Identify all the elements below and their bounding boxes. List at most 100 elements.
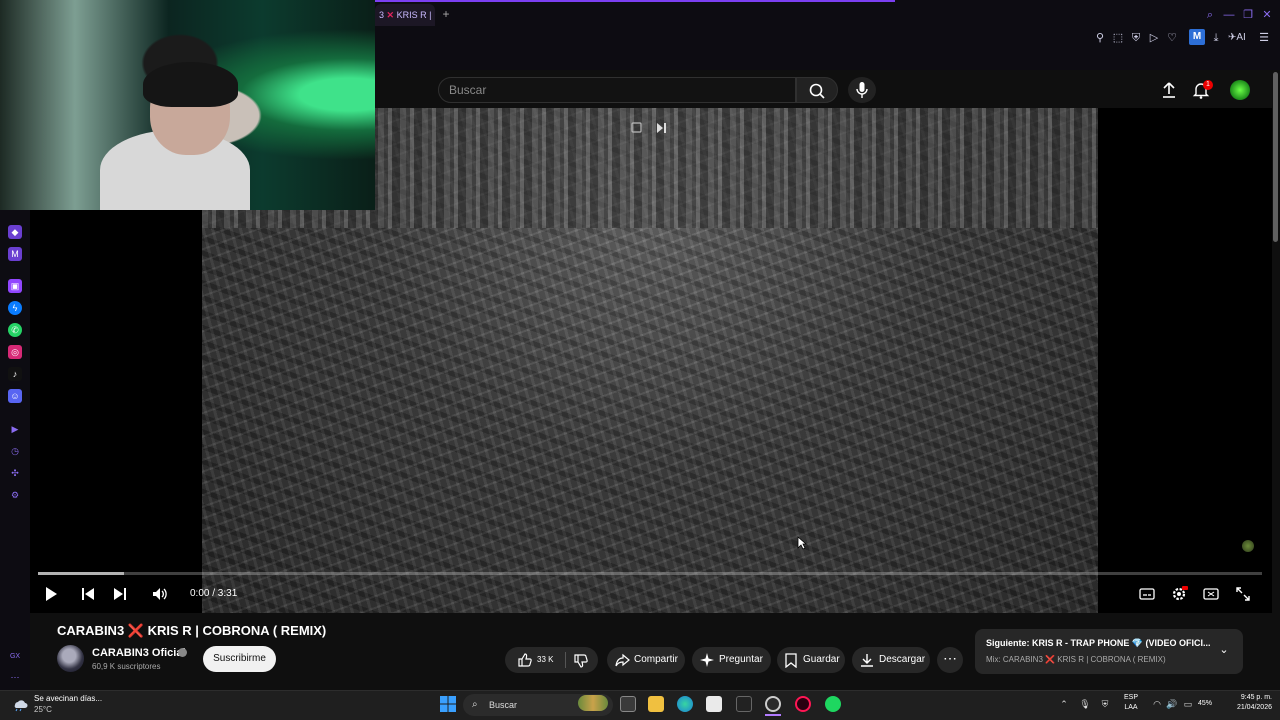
shield-icon[interactable]: ⛨ bbox=[1128, 30, 1144, 46]
edge-icon[interactable] bbox=[677, 696, 693, 712]
verified-icon bbox=[178, 648, 187, 657]
scrollbar-thumb[interactable] bbox=[1273, 72, 1278, 242]
voice-search-button[interactable] bbox=[848, 77, 876, 103]
gx-label[interactable]: GX bbox=[8, 650, 22, 664]
tab-title-pre: 3 bbox=[379, 10, 385, 20]
share-icon bbox=[615, 653, 630, 667]
file-explorer-icon[interactable] bbox=[648, 696, 664, 712]
like-button[interactable]: 33 K bbox=[509, 647, 563, 673]
player-icon[interactable]: ▶ bbox=[8, 422, 22, 436]
video-title-post: KRIS R | COBRONA ( REMIX) bbox=[147, 623, 327, 638]
search-highlight-icon[interactable] bbox=[578, 695, 608, 711]
epic-games-icon[interactable] bbox=[736, 696, 752, 712]
upload-button[interactable] bbox=[1160, 80, 1178, 100]
subscriber-count: 60,9 K suscriptores bbox=[92, 662, 161, 671]
ai-button[interactable]: ✈AI bbox=[1228, 30, 1252, 46]
channel-avatar[interactable] bbox=[57, 645, 84, 672]
extension-m-icon[interactable]: M bbox=[1189, 29, 1205, 45]
security-icon[interactable]: ⛨ bbox=[1099, 698, 1111, 710]
subtitles-button[interactable] bbox=[1138, 585, 1156, 603]
sidebar-aria-icon[interactable]: ◆ bbox=[8, 225, 22, 239]
extensions-icon[interactable]: ✣ bbox=[8, 466, 22, 480]
menu-icon[interactable]: ☰ bbox=[1256, 30, 1272, 46]
webcam-overlay bbox=[0, 0, 375, 210]
theater-icon bbox=[1203, 588, 1219, 600]
video-overlay-icons bbox=[630, 121, 670, 135]
notification-count-badge: 1 bbox=[1203, 80, 1213, 90]
instagram-icon[interactable]: ◎ bbox=[8, 345, 22, 359]
history-icon[interactable]: ◷ bbox=[8, 444, 22, 458]
settings-icon[interactable]: ⚙ bbox=[8, 488, 22, 502]
sidebar-more-icon[interactable]: ⋯ bbox=[8, 670, 22, 684]
save-button[interactable]: Guardar bbox=[777, 647, 845, 673]
video-title: CARABIN3 ❌ KRIS R | COBRONA ( REMIX) bbox=[57, 623, 326, 639]
twitch-icon[interactable]: ▣ bbox=[8, 279, 22, 293]
chevron-down-icon[interactable]: ⌄ bbox=[1217, 643, 1231, 657]
minimize-icon[interactable]: — bbox=[1222, 8, 1236, 22]
search-icon[interactable]: ⌕ bbox=[1203, 8, 1217, 22]
dislike-button[interactable] bbox=[569, 647, 595, 673]
theater-mode-button[interactable] bbox=[1202, 585, 1220, 603]
download-icon bbox=[861, 654, 873, 667]
like-dislike-group: 33 K bbox=[505, 647, 598, 673]
next-video-card[interactable] bbox=[975, 629, 1243, 674]
save-label: Guardar bbox=[803, 654, 840, 665]
settings-button[interactable] bbox=[1170, 585, 1188, 603]
pin-icon[interactable]: ⚲ bbox=[1092, 30, 1108, 46]
battery-icon[interactable]: ▭ bbox=[1182, 698, 1194, 710]
new-tab-button[interactable]: + bbox=[440, 7, 452, 21]
spotify-icon[interactable] bbox=[825, 696, 841, 712]
store-icon[interactable] bbox=[706, 696, 722, 712]
more-actions-button[interactable]: ⋯ bbox=[937, 647, 963, 673]
chevron-up-icon[interactable]: ⌃ bbox=[1058, 698, 1070, 710]
volume-button[interactable] bbox=[151, 585, 169, 603]
thumbs-down-icon bbox=[574, 654, 588, 668]
download-icon[interactable]: ⤓ bbox=[1208, 30, 1224, 46]
channel-name[interactable]: CARABIN3 Oficial bbox=[92, 647, 186, 659]
sidebar-m-icon[interactable]: M bbox=[8, 247, 22, 261]
play-icon[interactable]: ▷ bbox=[1146, 30, 1162, 46]
next-icon bbox=[114, 588, 126, 600]
browser-tab[interactable]: 3 ✕ KRIS R | bbox=[375, 4, 435, 26]
previous-button[interactable] bbox=[79, 585, 97, 603]
search-button[interactable] bbox=[796, 77, 838, 103]
play-button[interactable] bbox=[42, 585, 60, 603]
heart-icon[interactable]: ♡ bbox=[1164, 30, 1180, 46]
opera-icon[interactable] bbox=[795, 696, 811, 712]
ask-button[interactable]: Preguntar bbox=[692, 647, 771, 673]
system-clock[interactable]: 9:45 p. m. 21/04/2026 bbox=[1222, 693, 1272, 713]
task-view-icon[interactable] bbox=[620, 696, 636, 712]
download-button[interactable]: Descargar bbox=[852, 647, 930, 673]
restore-icon[interactable]: ❐ bbox=[1241, 8, 1255, 22]
progress-bar[interactable] bbox=[38, 572, 1262, 575]
screenshot-icon[interactable]: ⬚ bbox=[1110, 30, 1126, 46]
discord-icon[interactable]: ☺ bbox=[8, 389, 22, 403]
clock-date: 21/04/2026 bbox=[1236, 704, 1272, 711]
microphone-icon bbox=[856, 82, 868, 98]
tiktok-icon[interactable]: ♪ bbox=[8, 367, 22, 381]
opera-gx-icon[interactable] bbox=[765, 696, 781, 712]
microphone-icon[interactable]: 🎙 bbox=[1079, 698, 1091, 710]
whatsapp-icon[interactable]: ✆ bbox=[8, 323, 22, 337]
wifi-icon[interactable]: ◠ bbox=[1151, 698, 1163, 710]
bookmark-icon bbox=[785, 653, 797, 668]
person-hair bbox=[143, 62, 238, 107]
fullscreen-icon bbox=[1236, 587, 1250, 601]
messenger-icon[interactable]: ϟ bbox=[8, 301, 22, 315]
account-avatar[interactable] bbox=[1230, 80, 1250, 100]
previous-icon bbox=[82, 588, 94, 600]
close-icon[interactable]: ✕ bbox=[1260, 8, 1274, 22]
next-button[interactable] bbox=[111, 585, 129, 603]
weather-icon[interactable] bbox=[12, 696, 28, 712]
language-indicator[interactable]: ESP LAA bbox=[1122, 693, 1140, 713]
video-title-pre: CARABIN3 bbox=[57, 623, 125, 638]
like-divider bbox=[565, 652, 566, 668]
fullscreen-button[interactable] bbox=[1234, 585, 1252, 603]
share-button[interactable]: Compartir bbox=[607, 647, 685, 673]
subscribe-button[interactable]: Suscribirme bbox=[203, 646, 276, 672]
windows-start-button[interactable] bbox=[440, 696, 456, 712]
weather-text[interactable]: Se avecinan días... bbox=[34, 694, 102, 703]
floating-ball-icon[interactable] bbox=[1242, 540, 1254, 552]
search-input[interactable]: Buscar bbox=[438, 77, 796, 103]
speaker-icon[interactable]: 🔊 bbox=[1166, 698, 1178, 710]
